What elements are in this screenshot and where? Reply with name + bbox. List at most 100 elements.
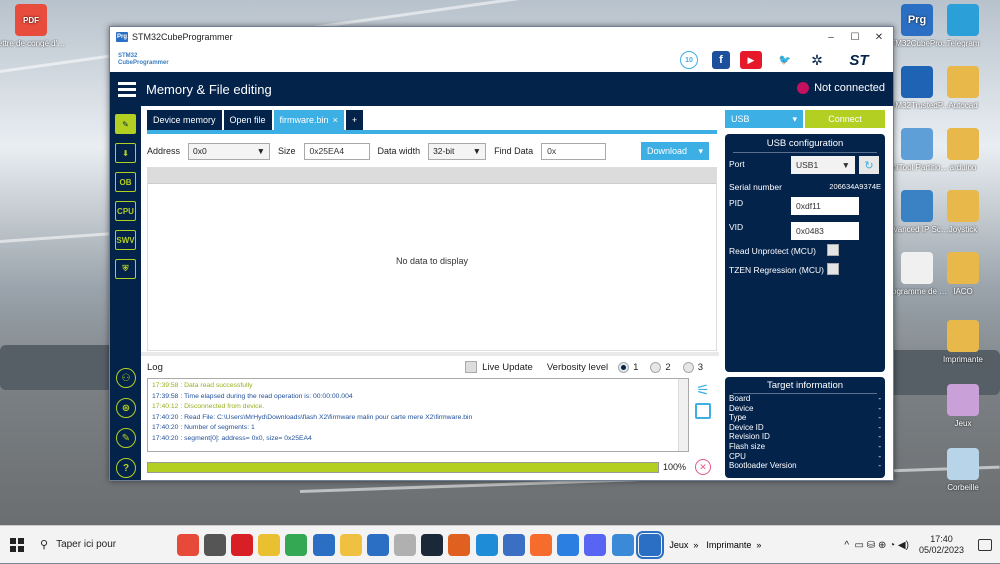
port-dropdown[interactable]: USB1 ▼ <box>791 156 855 174</box>
toolbar-jeux[interactable]: Jeux <box>669 540 688 550</box>
holiday-taskbar-icon[interactable] <box>176 533 199 556</box>
cancel-icon[interactable]: ✕ <box>695 459 711 475</box>
origin-taskbar-icon[interactable] <box>530 533 553 556</box>
clock-time[interactable]: 17:40 <box>919 534 964 545</box>
network-icon[interactable]: ✲ <box>808 51 826 69</box>
desktop-icon-3[interactable]: Autocad <box>930 66 996 110</box>
steam-taskbar-icon[interactable] <box>421 533 444 556</box>
desktop-icon-7[interactable]: Joystick <box>930 190 996 234</box>
usb-config-title: USB configuration <box>733 134 877 153</box>
save-log-icon[interactable] <box>695 403 711 419</box>
target-info-value: - <box>878 403 881 413</box>
log-output[interactable]: 17:39:58 : Data read successfully 17:39:5… <box>147 378 689 452</box>
find-data-input[interactable]: 0x <box>541 142 607 160</box>
sidebar-erase-program-icon[interactable]: ⬇ <box>115 143 136 163</box>
clear-log-icon[interactable]: ⚟ <box>694 381 712 399</box>
interface-dropdown[interactable]: USB ▾ <box>725 110 803 128</box>
close-tab-icon[interactable]: × <box>333 115 338 125</box>
mail-app-taskbar-icon[interactable] <box>258 533 281 556</box>
discord-taskbar-icon[interactable] <box>584 533 607 556</box>
tzen-checkbox[interactable] <box>827 263 839 275</box>
stm32-taskbar-icon[interactable] <box>635 530 664 559</box>
tab-label: firmware.bin <box>279 115 329 125</box>
target-info-label: Device <box>729 403 754 413</box>
task-view-taskbar-icon[interactable] <box>203 533 226 556</box>
edge-taskbar-icon[interactable] <box>475 533 498 556</box>
address-dropdown[interactable]: 0x0 ▼ <box>188 142 271 160</box>
title-bar[interactable]: Prg STM32CubeProgrammer – ☐ ✕ <box>110 27 893 47</box>
desktop-icon-12[interactable]: Corbeille <box>930 448 996 492</box>
target-info-value: - <box>878 394 881 403</box>
app2-taskbar-icon[interactable] <box>611 533 634 556</box>
brand-bar: STM32 CubeProgrammer 10 f ▶ 🐦 ✲ ST <box>110 47 893 72</box>
read-unprotect-checkbox[interactable] <box>827 244 839 256</box>
tab-1[interactable]: Open file <box>223 110 272 130</box>
memory-toolbar: Address 0x0 ▼ Size 0x25EA4 Data width 32-… <box>147 142 717 160</box>
sidebar-notification-icon[interactable]: ⚇ <box>116 368 136 388</box>
verbosity-radio-1[interactable]: 1 <box>618 361 638 373</box>
toolbar-imprimante[interactable]: Imprimante <box>706 540 751 550</box>
tab-3[interactable]: + <box>345 110 364 130</box>
desktop-icon-5[interactable]: arduino <box>930 128 996 172</box>
youtube-icon[interactable]: ▶ <box>740 51 762 69</box>
minimize-button[interactable]: – <box>819 27 843 47</box>
app-taskbar-icon[interactable] <box>394 533 417 556</box>
sidebar-swv-icon[interactable]: SWV <box>115 230 136 250</box>
desktop-icon-11[interactable]: Jeux <box>930 384 996 428</box>
port-value: USB1 <box>796 160 819 170</box>
refresh-icon[interactable]: ↻ <box>859 156 879 174</box>
verbosity-radio-3[interactable]: 3 <box>682 361 703 373</box>
chevron-right-icon[interactable]: » <box>756 540 761 550</box>
sidebar-debug-icon[interactable]: ⊛ <box>116 398 136 418</box>
chevron-right-icon[interactable]: » <box>693 540 698 550</box>
chrome-taskbar-icon[interactable] <box>285 533 308 556</box>
sidebar-cpu-icon[interactable]: CPU <box>115 201 136 221</box>
facebook-icon[interactable]: f <box>712 51 730 69</box>
maximize-button[interactable]: ☐ <box>843 27 867 47</box>
hamburger-menu-icon[interactable] <box>110 81 144 97</box>
sidebar-option-bytes-icon[interactable]: OB <box>115 172 136 192</box>
data-width-dropdown[interactable]: 32-bit ▼ <box>428 142 487 160</box>
player-taskbar-icon[interactable] <box>448 533 471 556</box>
st-logo[interactable]: ST <box>840 51 878 69</box>
desktop-icon-1[interactable]: Telegram <box>930 4 996 48</box>
verbosity-radio-2[interactable]: 2 <box>650 361 671 373</box>
network-app-taskbar-icon[interactable] <box>502 533 525 556</box>
splitter[interactable] <box>141 352 719 356</box>
connect-button[interactable]: Connect <box>805 110 885 128</box>
app-shortcut-icon <box>947 66 979 98</box>
app-icon: Prg <box>116 32 128 42</box>
live-update-checkbox[interactable] <box>465 361 478 373</box>
download-button[interactable]: Download ▾ <box>641 142 709 160</box>
desktop-icon-10[interactable]: Imprimante <box>930 320 996 364</box>
tray-icons[interactable]: ^ ▭ ⛁ ⊕ ◔ ◀) <box>844 540 909 551</box>
app-shortcut-icon <box>901 66 933 98</box>
mail-taskbar-icon[interactable] <box>312 533 335 556</box>
start-button[interactable] <box>0 537 34 552</box>
sidebar-security-icon[interactable]: ⛨ <box>115 259 136 279</box>
memory-grid[interactable]: No data to display <box>147 167 717 351</box>
taskbar-search[interactable]: ⚲ Taper ici pour <box>34 526 154 564</box>
close-button[interactable]: ✕ <box>867 27 891 47</box>
vid-input[interactable]: 0x0483 <box>791 222 859 240</box>
size-input[interactable]: 0x25EA4 <box>303 142 370 160</box>
sidebar-help-icon[interactable]: ? <box>116 458 136 478</box>
notification-icon[interactable] <box>978 539 992 551</box>
log-scrollbar[interactable] <box>678 379 688 451</box>
target-info-row: Revision ID - <box>725 432 885 442</box>
pid-input[interactable]: 0xdf11 <box>791 197 859 215</box>
store-taskbar-icon[interactable] <box>366 533 389 556</box>
sidebar-memory-edit-icon[interactable]: ✎ <box>115 114 136 134</box>
tab-0[interactable]: Device memory <box>147 110 222 130</box>
messenger-taskbar-icon[interactable] <box>557 533 580 556</box>
anniversary-icon[interactable]: 10 <box>680 51 698 69</box>
desktop-icon-pdf[interactable]: PDF lettre de congé d'un bail non ... <box>0 4 66 48</box>
target-info-value: - <box>878 432 881 442</box>
tab-2[interactable]: firmware.bin × <box>273 110 344 130</box>
explorer-taskbar-icon[interactable] <box>339 533 362 556</box>
desktop-icon-9[interactable]: IACO <box>930 252 996 296</box>
twitter-icon[interactable]: 🐦 <box>776 51 794 69</box>
clock-date[interactable]: 05/02/2023 <box>919 545 964 556</box>
netflix-taskbar-icon[interactable] <box>230 533 253 556</box>
sidebar-edit-icon[interactable]: ✎ <box>116 428 136 448</box>
